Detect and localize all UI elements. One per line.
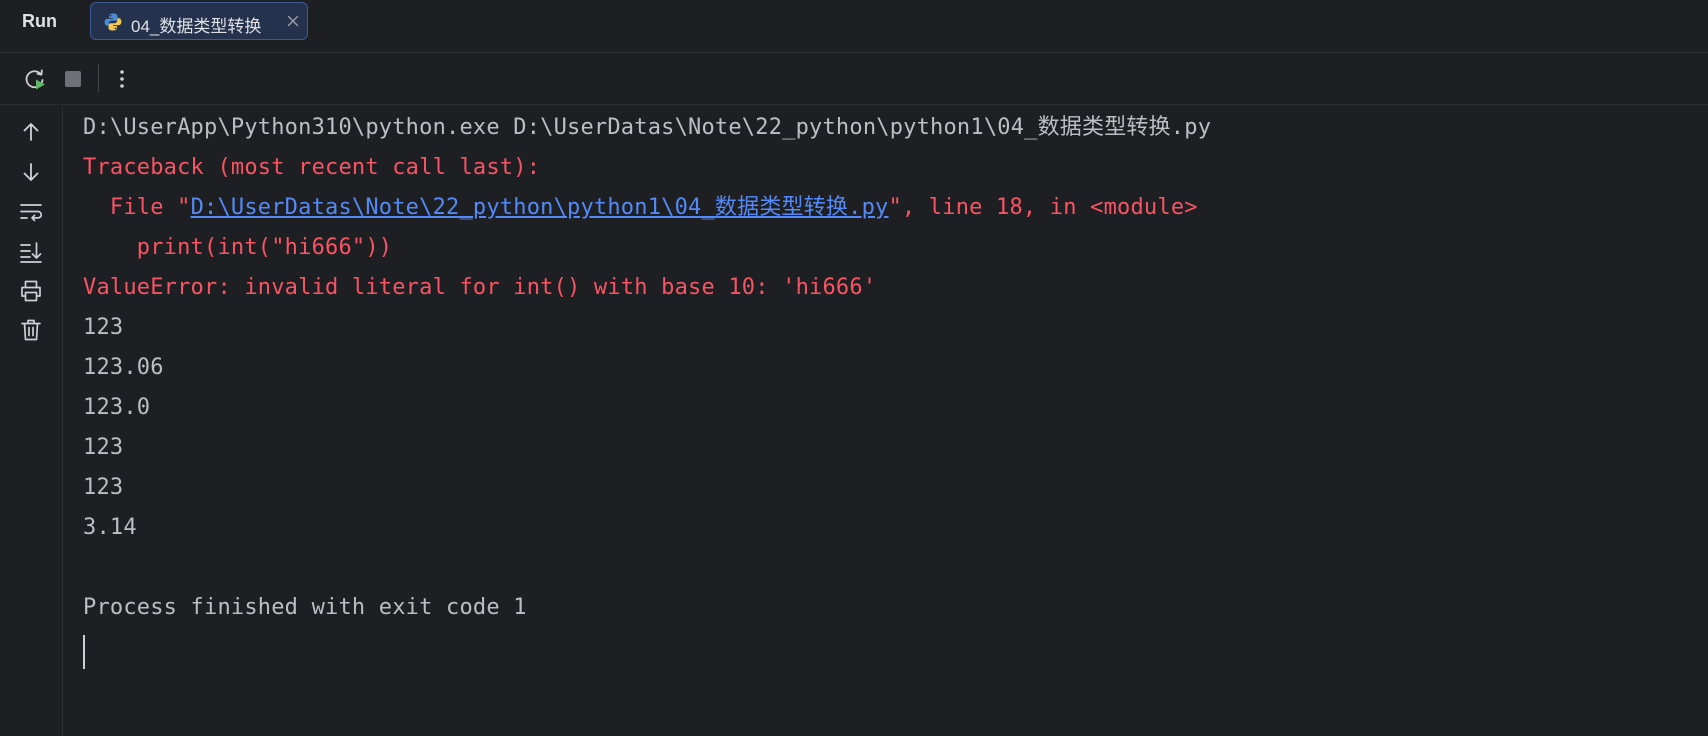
soft-wrap-icon[interactable] <box>18 199 44 225</box>
output-line: 123 <box>83 475 124 500</box>
run-tab[interactable]: 04_数据类型转换 <box>90 2 308 40</box>
traceback-code-line: print(int("hi666")) <box>83 235 393 260</box>
python-icon <box>104 13 122 31</box>
close-icon[interactable] <box>285 13 301 29</box>
scroll-to-end-icon[interactable] <box>18 239 44 265</box>
scroll-up-icon[interactable] <box>18 119 44 145</box>
file-link[interactable]: D:\UserDatas\Note\22_python\python1\04_数… <box>191 195 889 220</box>
output-line: 123 <box>83 315 124 340</box>
print-icon[interactable] <box>18 278 44 304</box>
text-cursor <box>83 635 85 669</box>
run-tool-window: Run 04_数据类型转换 D:\UserApp\Python310\pytho… <box>0 0 1708 736</box>
traceback-file-line: File "D:\UserDatas\Note\22_python\python… <box>83 193 1198 223</box>
output-line: 3.14 <box>83 515 137 540</box>
clear-all-icon[interactable] <box>18 317 44 343</box>
file-suffix: ", line 18, in <module> <box>888 195 1198 220</box>
file-prefix: File " <box>83 195 191 220</box>
run-toolbar <box>0 52 1708 105</box>
stop-icon[interactable] <box>59 65 87 93</box>
console-side-toolbar <box>0 105 63 736</box>
toolbar-separator <box>98 64 99 92</box>
more-options-icon[interactable] <box>108 65 136 93</box>
error-message: ValueError: invalid literal for int() wi… <box>83 275 877 300</box>
output-line: 123 <box>83 435 124 460</box>
exit-message: Process finished with exit code 1 <box>83 595 527 620</box>
panel-title: Run <box>22 11 57 31</box>
scroll-down-icon[interactable] <box>18 159 44 185</box>
tab-label: 04_数据类型转换 <box>131 17 262 36</box>
rerun-icon[interactable] <box>21 65 49 93</box>
command-line: D:\UserApp\Python310\python.exe D:\UserD… <box>83 115 1212 140</box>
traceback-header: Traceback (most recent call last): <box>83 155 541 180</box>
output-line: 123.0 <box>83 395 151 420</box>
output-line: 123.06 <box>83 355 164 380</box>
run-header: Run 04_数据类型转换 <box>0 0 1708 53</box>
